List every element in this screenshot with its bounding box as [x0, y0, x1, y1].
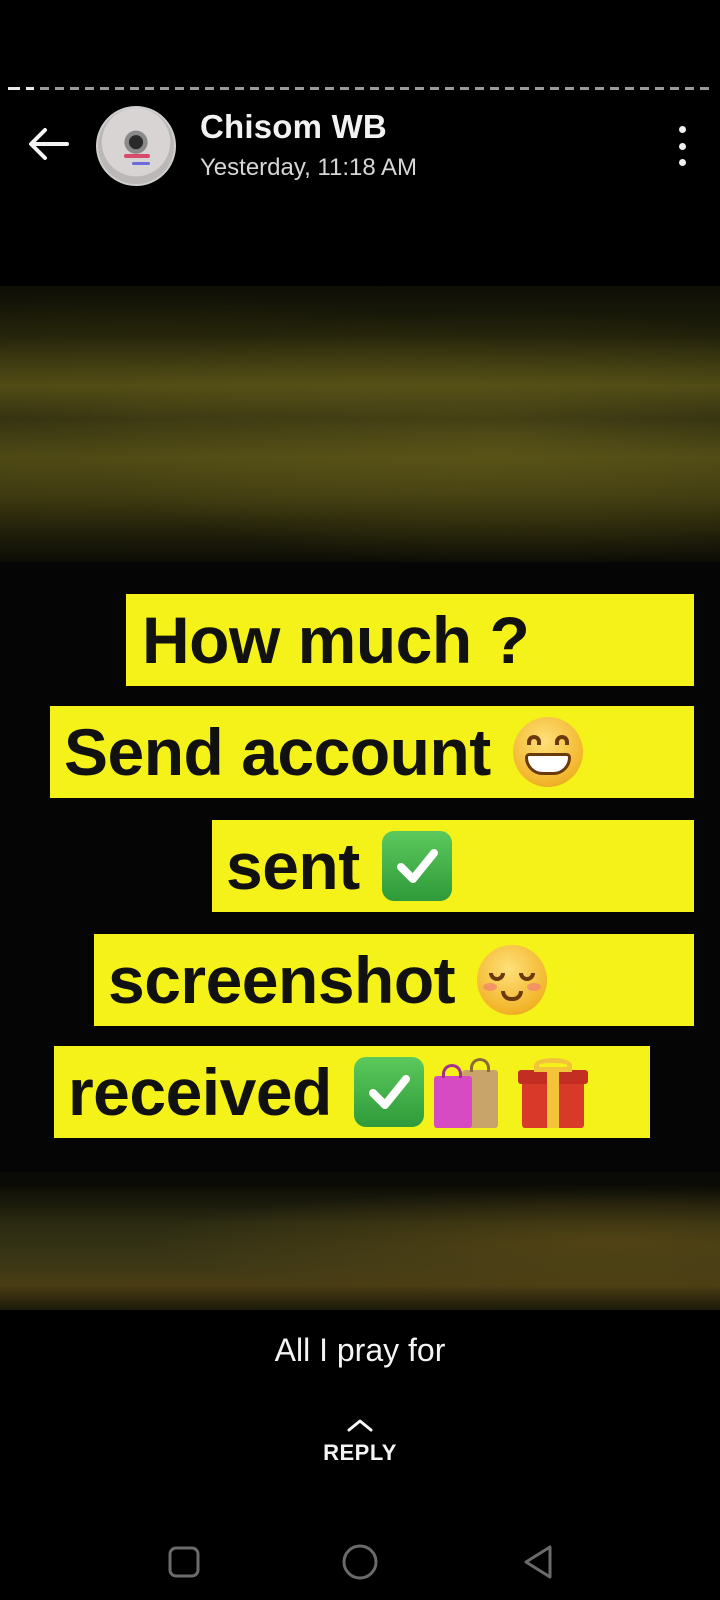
back-triangle-icon [524, 1545, 552, 1579]
home-icon [342, 1544, 378, 1580]
recent-apps-icon [168, 1546, 200, 1578]
meme-line: How much ? [126, 594, 694, 686]
progress-segment [26, 87, 34, 90]
meme-line-text: screenshot [108, 943, 456, 1017]
reply-label: REPLY [323, 1440, 397, 1465]
avatar-detail [124, 154, 150, 158]
arrow-left-icon [29, 128, 69, 160]
meme-line: sent [212, 820, 694, 912]
meme-line-text: Send account [64, 715, 491, 789]
meme-line: Send account [50, 706, 694, 798]
avatar-detail [132, 162, 150, 165]
system-navigation-bar [0, 1508, 720, 1600]
blurred-background-top [0, 286, 720, 562]
grinning-face-icon [512, 717, 583, 787]
status-header: Chisom WB Yesterday, 11:18 AM [0, 100, 720, 190]
check-mark-button-icon [381, 831, 452, 901]
nav-back-button[interactable] [508, 1532, 568, 1592]
more-vertical-icon-dot [678, 142, 686, 150]
meme-line-text: sent [226, 829, 360, 903]
back-button[interactable] [22, 120, 74, 168]
relieved-face-icon [477, 945, 548, 1015]
story-progress-bar [8, 87, 712, 91]
status-caption: All I pray for [274, 1332, 446, 1368]
status-timestamp: Yesterday, 11:18 AM [200, 154, 418, 181]
more-options-button[interactable] [670, 126, 694, 166]
home-button[interactable] [330, 1532, 390, 1592]
meme-line: screenshot [94, 934, 694, 1026]
contact-name: Chisom WB [200, 108, 387, 145]
meme-line: received [54, 1046, 650, 1138]
meme-panel: How much ? Send account sent screenshot [0, 562, 720, 1172]
progress-segment [8, 87, 20, 90]
contact-info[interactable]: Chisom WB Yesterday, 11:18 AM [200, 108, 417, 182]
status-image[interactable]: How much ? Send account sent screenshot [0, 286, 720, 1310]
more-vertical-icon-dot [678, 159, 686, 166]
blurred-background-bottom [0, 1186, 720, 1310]
meme-line-text: received [68, 1055, 332, 1129]
recent-apps-button[interactable] [154, 1532, 214, 1592]
progress-segment-track [40, 87, 712, 90]
chevron-up-icon [347, 1419, 373, 1432]
avatar[interactable] [96, 106, 176, 186]
reply-button[interactable]: REPLY [300, 1418, 420, 1484]
status-viewer-screen: Chisom WB Yesterday, 11:18 AM How much ?… [0, 0, 720, 1600]
gift-icon [517, 1056, 588, 1128]
meme-line-text: How much ? [142, 603, 530, 677]
shopping-bags-icon [432, 1056, 502, 1128]
check-mark-button-icon [353, 1057, 424, 1127]
more-vertical-icon [678, 126, 686, 133]
